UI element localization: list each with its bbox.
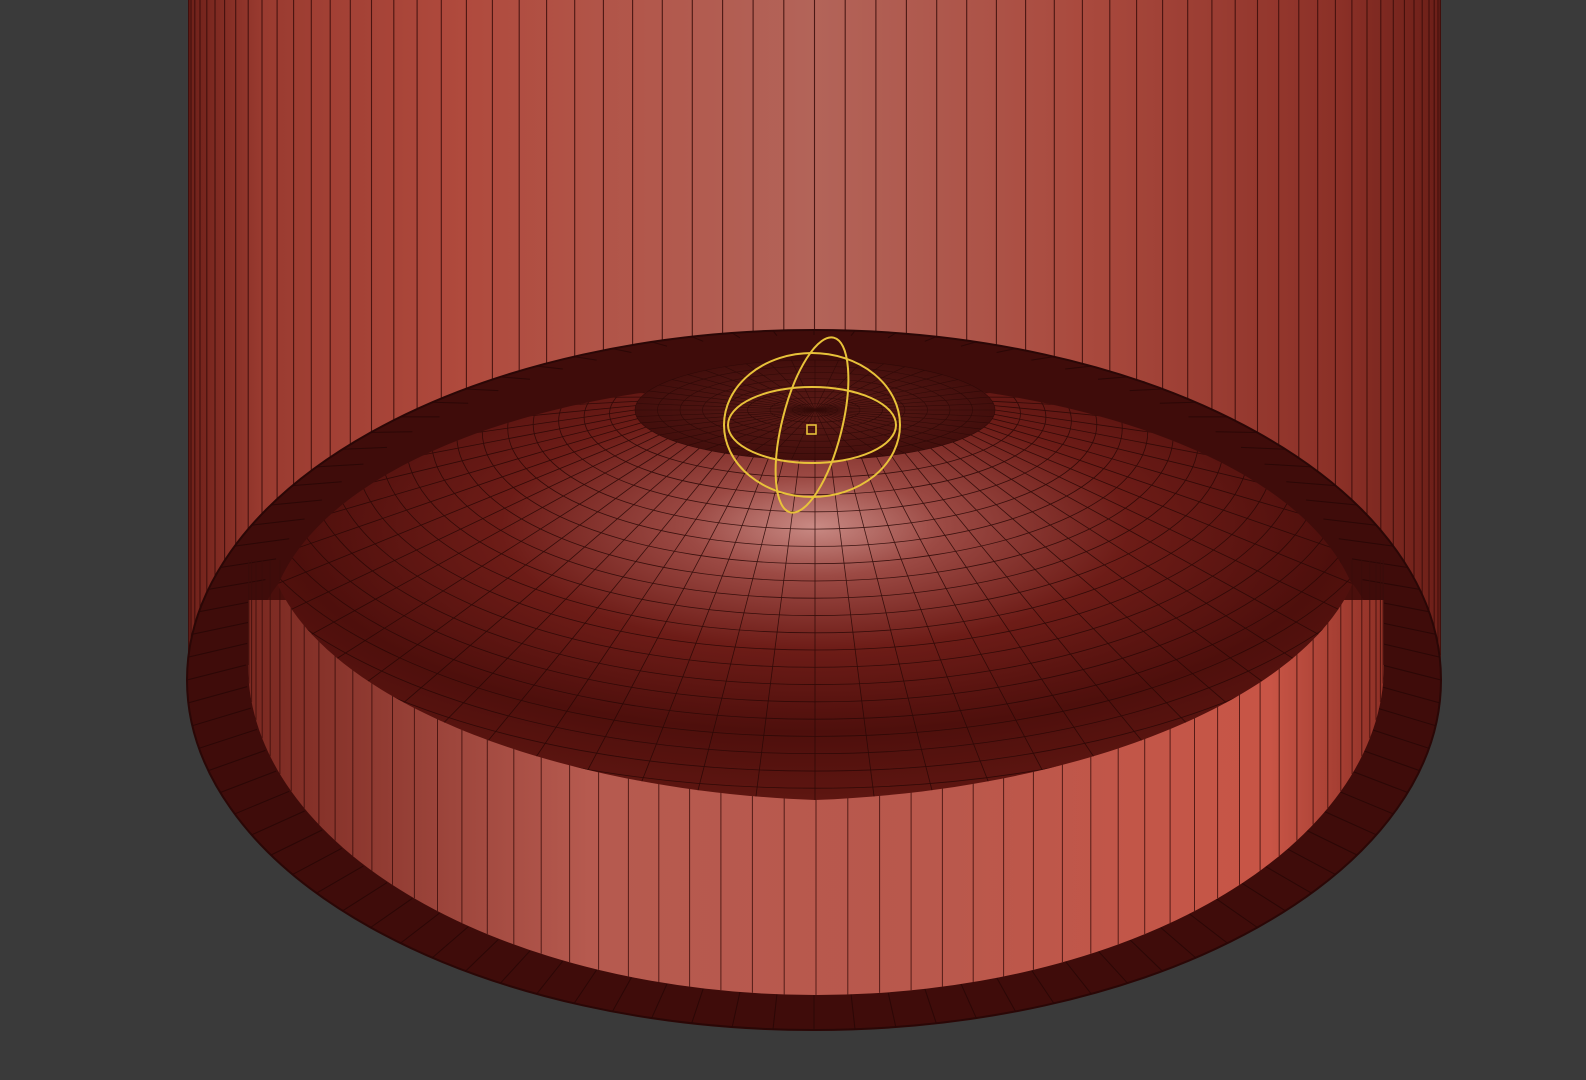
3d-viewport[interactable] [0, 0, 1586, 1080]
viewport-canvas[interactable] [0, 0, 1586, 1080]
